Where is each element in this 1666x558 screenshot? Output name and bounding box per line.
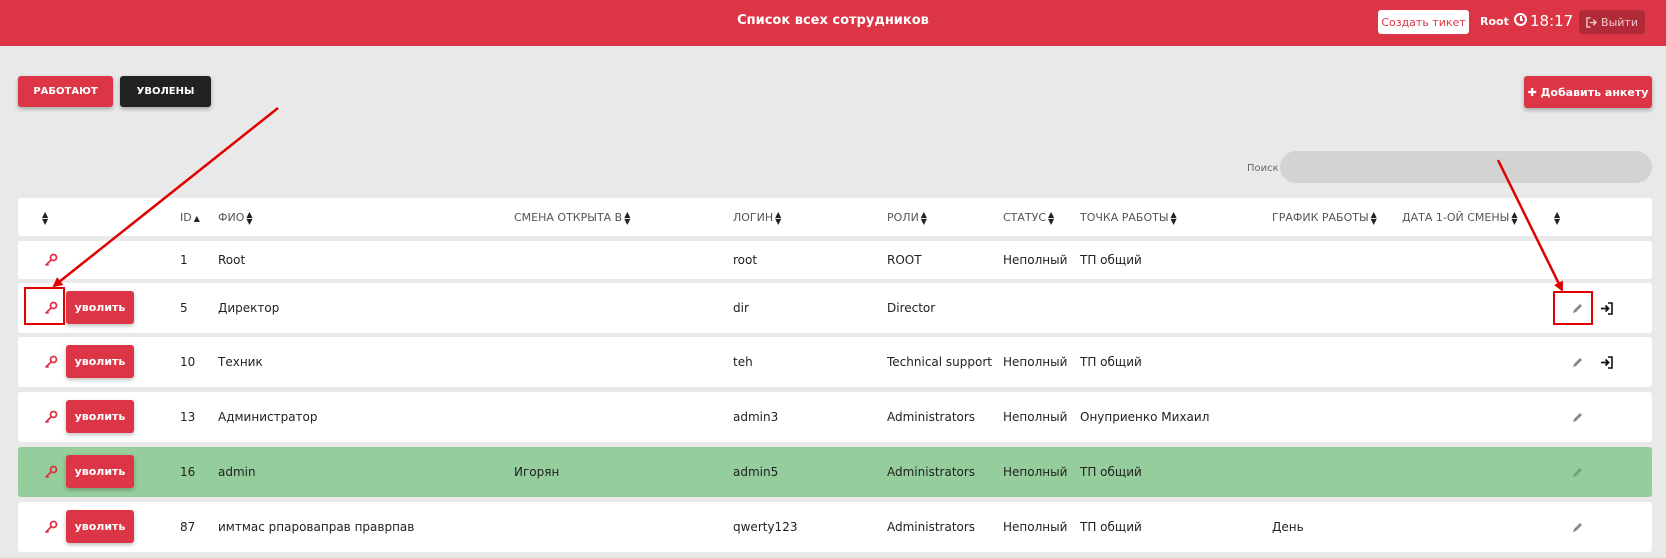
- cell-roles: Administrators: [887, 465, 976, 479]
- filter-working-button[interactable]: РАБОТАЮТ: [18, 76, 113, 107]
- cell-roles: ROOT: [887, 253, 922, 267]
- sort-icon: ▲ ▼: [1554, 210, 1561, 226]
- table-row: уволить 5 Директор dir Director: [18, 283, 1652, 333]
- column-header-first-shift[interactable]: ДАТА 1-ОЙ СМЕНЫ ▲ ▼: [1402, 210, 1518, 226]
- pencil-icon[interactable]: [1571, 522, 1583, 534]
- sort-icon: ▲ ▼: [42, 210, 49, 226]
- cell-point: Онуприенко Михаил: [1080, 410, 1210, 424]
- cell-fio: admin: [218, 465, 256, 479]
- cell-login: admin3: [733, 410, 779, 424]
- create-ticket-button[interactable]: Создать тикет: [1378, 10, 1469, 34]
- app-header: Список всех сотрудников Создать тикет Ro…: [0, 0, 1666, 46]
- sort-icon: ▲ ▼: [775, 210, 782, 226]
- annotation-box: [24, 287, 65, 325]
- cell-point: ТП общий: [1080, 253, 1142, 267]
- filter-fired-button[interactable]: УВОЛЕНЫ: [120, 76, 211, 107]
- key-icon[interactable]: [44, 520, 58, 534]
- cell-status: Неполный: [1003, 410, 1068, 424]
- cell-id: 10: [180, 355, 196, 369]
- sort-icon: ▲ ▼: [246, 210, 253, 226]
- user-name: Root: [1480, 15, 1509, 28]
- cell-login: admin5: [733, 465, 779, 479]
- fire-button[interactable]: уволить: [66, 510, 134, 543]
- cell-roles: Director: [887, 301, 936, 315]
- fire-button[interactable]: уволить: [66, 455, 134, 488]
- fire-button[interactable]: уволить: [66, 400, 134, 433]
- cell-schedule: День: [1272, 520, 1304, 534]
- cell-status: Неполный: [1003, 355, 1068, 369]
- annotation-box: [1553, 291, 1593, 325]
- login-as-icon[interactable]: [1600, 302, 1613, 315]
- sort-icon: ▲ ▼: [1048, 210, 1055, 226]
- column-header-login[interactable]: ЛОГИН ▲ ▼: [733, 210, 782, 226]
- cell-fio: имтмас рпароваправ правpпав: [218, 520, 415, 534]
- add-profile-label: Добавить анкету: [1540, 85, 1649, 99]
- cell-shift: Игорян: [514, 465, 560, 479]
- cell-point: ТП общий: [1080, 465, 1142, 479]
- pencil-icon[interactable]: [1571, 467, 1583, 479]
- table-row: 1 Root root ROOT Неполный ТП общий: [18, 241, 1652, 279]
- clock-time: 18:17: [1530, 12, 1574, 30]
- sort-edit-header[interactable]: ▲ ▼: [1552, 210, 1561, 226]
- key-icon[interactable]: [44, 253, 58, 267]
- cell-roles: Administrators: [887, 520, 976, 534]
- cell-fio: Root: [218, 253, 246, 267]
- cell-id: 13: [180, 410, 196, 424]
- sort-icon: ▲ ▼: [920, 210, 927, 226]
- cell-login: qwerty123: [733, 520, 798, 534]
- table-row: уволить 13 Администратор admin3 Administ…: [18, 392, 1652, 442]
- sort-actions-header[interactable]: ▲ ▼: [40, 210, 49, 226]
- search-input[interactable]: [1280, 151, 1652, 183]
- column-header-point[interactable]: ТОЧКА РАБОТЫ ▲ ▼: [1080, 210, 1177, 226]
- column-header-roles[interactable]: РОЛИ ▲ ▼: [887, 210, 927, 226]
- cell-id: 5: [180, 301, 188, 315]
- login-as-icon[interactable]: [1600, 356, 1613, 369]
- cell-fio: Директор: [218, 301, 280, 315]
- logout-label: Выйти: [1601, 15, 1638, 29]
- plus-icon: ✚: [1527, 85, 1541, 99]
- table-row-active: уволить 16 admin Игорян admin5 Administr…: [18, 447, 1652, 497]
- logout-button[interactable]: Выйти: [1579, 10, 1645, 34]
- sort-asc-icon: ▲: [193, 213, 200, 223]
- add-profile-button[interactable]: ✚ Добавить анкету: [1524, 76, 1652, 108]
- cell-roles: Technical support: [887, 355, 992, 369]
- key-icon[interactable]: [44, 355, 58, 369]
- clock-icon: [1514, 13, 1527, 26]
- cell-status: Неполный: [1003, 465, 1068, 479]
- column-header-schedule[interactable]: ГРАФИК РАБОТЫ ▲ ▼: [1272, 210, 1377, 226]
- table-header: ▲ ▼ ID ▲ ФИО ▲ ▼ СМЕНА ОТКРЫТА В ▲ ▼ ЛОГИН ▲ ▼ Р…: [18, 198, 1652, 236]
- cell-id: 87: [180, 520, 196, 534]
- cell-id: 16: [180, 465, 196, 479]
- search-label: Поиск: [1247, 163, 1279, 174]
- table-row: уволить 10 Техник teh Technical support …: [18, 337, 1652, 387]
- key-icon[interactable]: [44, 465, 58, 479]
- sort-icon: ▲ ▼: [624, 210, 631, 226]
- sort-icon: ▲ ▼: [1170, 210, 1177, 226]
- cell-fio: Техник: [218, 355, 263, 369]
- fire-button[interactable]: уволить: [66, 291, 134, 324]
- cell-status: Неполный: [1003, 253, 1068, 267]
- cell-id: 1: [180, 253, 188, 267]
- fire-button[interactable]: уволить: [66, 345, 134, 378]
- pencil-icon[interactable]: [1571, 412, 1583, 424]
- cell-roles: Administrators: [887, 410, 976, 424]
- cell-point: ТП общий: [1080, 520, 1142, 534]
- cell-login: dir: [733, 301, 749, 315]
- column-header-id[interactable]: ID ▲: [180, 211, 200, 224]
- key-icon[interactable]: [44, 410, 58, 424]
- cell-point: ТП общий: [1080, 355, 1142, 369]
- cell-login: teh: [733, 355, 753, 369]
- column-header-status[interactable]: СТАТУС ▲ ▼: [1003, 210, 1055, 226]
- cell-fio: Администратор: [218, 410, 318, 424]
- sort-icon: ▲ ▼: [1370, 210, 1377, 226]
- cell-status: Неполный: [1003, 520, 1068, 534]
- column-header-fio[interactable]: ФИО ▲ ▼: [218, 210, 253, 226]
- cell-login: root: [733, 253, 758, 267]
- sort-icon: ▲ ▼: [1511, 210, 1518, 226]
- column-header-shift[interactable]: СМЕНА ОТКРЫТА В ▲ ▼: [514, 210, 631, 226]
- pencil-icon[interactable]: [1571, 357, 1583, 369]
- logout-icon: [1586, 16, 1598, 28]
- table-row: уволить 87 имтмас рпароваправ правpпав q…: [18, 502, 1652, 552]
